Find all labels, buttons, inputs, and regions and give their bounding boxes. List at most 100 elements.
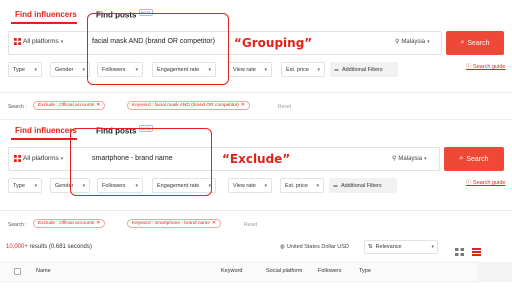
- column-header-followers[interactable]: Followers: [318, 268, 342, 274]
- search-icon: ⌕: [460, 39, 465, 46]
- additional-filters-button[interactable]: ⚌ Additional Filters: [329, 178, 397, 193]
- active-tab-underline: [11, 22, 77, 24]
- table-header: [0, 262, 512, 282]
- location-pin-icon: ⚲: [392, 156, 397, 162]
- annotation-grouping: “Grouping”: [234, 36, 313, 50]
- results-text: results (0.681 seconds): [27, 244, 92, 250]
- additional-filters-label: Additional Filters: [341, 66, 383, 73]
- filter-est-price[interactable]: Est. price ▾: [280, 178, 324, 193]
- column-header-social-platform[interactable]: Social platform: [266, 268, 302, 274]
- tab-find-influencers[interactable]: Find influencers: [15, 10, 77, 19]
- country-label: Malaysia: [398, 155, 423, 162]
- filter-est-price[interactable]: Est. price ▾: [281, 62, 325, 77]
- platform-label: All platforms: [23, 38, 59, 45]
- chevron-down-icon: ▾: [60, 155, 64, 162]
- section-divider: [0, 210, 512, 211]
- search-button[interactable]: ⌕ Search: [444, 147, 504, 171]
- reset-link[interactable]: Reset: [244, 222, 257, 228]
- filter-label: Gender: [55, 66, 74, 73]
- filter-gender[interactable]: Gender ▾: [50, 62, 90, 77]
- column-header-keyword[interactable]: Keyword: [221, 268, 242, 274]
- close-icon[interactable]: ✕: [212, 221, 216, 226]
- results-summary: 10,000+ results (0.681 seconds): [6, 244, 92, 250]
- chip-label: Keyword : smartphone - brand name: [132, 221, 210, 226]
- annotation-exclude: “Exclude”: [222, 152, 291, 166]
- location-pin-icon: ⚲: [395, 39, 400, 45]
- additional-filters-button[interactable]: ⚌ Additional Filters: [330, 62, 398, 77]
- search-guide-icon: ⓘ: [466, 64, 472, 70]
- filter-type[interactable]: Type ▾: [8, 178, 42, 193]
- search-guide-link[interactable]: ⓘ Search guide: [466, 178, 505, 186]
- section-divider: [0, 119, 512, 120]
- search-button[interactable]: ⌕ Search: [446, 31, 504, 55]
- country-select[interactable]: ⚲ Malaysia ▾: [395, 38, 430, 46]
- currency-select[interactable]: ◍ United States Dollar USD: [280, 244, 349, 250]
- platform-label: All platforms: [23, 155, 59, 162]
- sliders-icon: ⚌: [333, 182, 338, 189]
- filter-chip-exclude[interactable]: Exclude : Official accounts ✕: [33, 219, 106, 228]
- section-divider: [0, 92, 512, 93]
- chevron-down-icon: ▾: [316, 182, 319, 189]
- search-guide-icon: ⓘ: [466, 180, 472, 186]
- chip-label: Exclude : Official accounts: [38, 221, 95, 226]
- chevron-down-icon: ▾: [264, 66, 267, 73]
- column-header-name[interactable]: Name: [36, 268, 51, 274]
- search-summary-label: Search :: [8, 104, 27, 110]
- chevron-down-icon: ▾: [264, 182, 267, 189]
- chevron-down-icon: ▾: [82, 66, 85, 73]
- grid-icon: [14, 38, 21, 45]
- filter-label: Est. price: [286, 66, 309, 73]
- chevron-down-icon: ▾: [431, 244, 434, 250]
- chevron-down-icon: ▾: [34, 66, 37, 73]
- chevron-down-icon: ▾: [317, 66, 320, 73]
- search-button-label: Search: [466, 155, 489, 163]
- additional-filters-label: Additional Filters: [340, 182, 382, 189]
- annotation-box-grouping: [87, 13, 229, 85]
- filter-chip-exclude[interactable]: Exclude : Official accounts ✕: [33, 101, 106, 110]
- grid-icon: [14, 155, 21, 162]
- reset-link[interactable]: Reset: [278, 104, 291, 110]
- country-select[interactable]: ⚲ Malaysia ▾: [392, 155, 427, 163]
- globe-icon: ◍: [280, 244, 285, 250]
- chip-label: Keyword : facial mask AND (brand OR comp…: [132, 103, 239, 108]
- close-icon[interactable]: ✕: [96, 221, 100, 226]
- active-tab-underline: [11, 138, 77, 140]
- close-icon[interactable]: ✕: [96, 103, 100, 108]
- sliders-icon: ⚌: [334, 66, 339, 73]
- filter-label: View rate: [233, 182, 256, 189]
- chevron-down-icon: ▾: [60, 38, 64, 45]
- filter-label: Type: [13, 66, 25, 73]
- close-icon[interactable]: ✕: [241, 103, 245, 108]
- platform-select[interactable]: All platforms ▾: [14, 38, 63, 45]
- country-label: Malaysia: [401, 38, 426, 45]
- platform-select[interactable]: All platforms ▾: [14, 155, 63, 162]
- filter-label: Type: [13, 182, 25, 189]
- search-summary-label: Search :: [8, 222, 27, 228]
- filter-label: Est. price: [285, 182, 308, 189]
- filter-view-rate[interactable]: View rate ▾: [228, 178, 272, 193]
- sort-label: Relevance: [375, 244, 402, 250]
- search-guide-link[interactable]: ⓘ Search guide: [466, 62, 505, 70]
- filter-chip-keyword[interactable]: Keyword : facial mask AND (brand OR comp…: [127, 101, 250, 110]
- filter-type[interactable]: Type ▾: [8, 62, 42, 77]
- tab-find-influencers[interactable]: Find influencers: [15, 126, 77, 135]
- table-header-action-column: [478, 262, 512, 282]
- annotation-box-exclude: [70, 128, 212, 196]
- search-button-label: Search: [467, 39, 490, 47]
- sort-select[interactable]: ⇅ Relevance ▾: [364, 240, 438, 254]
- results-count: 10,000+: [6, 244, 28, 250]
- column-header-type[interactable]: Type: [359, 268, 371, 274]
- chevron-down-icon: ▾: [424, 155, 427, 162]
- filter-chip-keyword[interactable]: Keyword : smartphone - brand name ✕: [127, 219, 221, 228]
- search-guide-label: Search guide: [473, 180, 506, 186]
- filter-label: View rate: [233, 66, 256, 73]
- currency-label: United States Dollar USD: [286, 244, 349, 250]
- grid-view-icon[interactable]: [472, 243, 481, 256]
- list-view-icon[interactable]: [455, 243, 464, 256]
- chip-label: Exclude : Official accounts: [38, 103, 95, 108]
- filter-view-rate[interactable]: View rate ▾: [228, 62, 272, 77]
- select-all-checkbox[interactable]: [14, 268, 21, 275]
- chevron-down-icon: ▾: [34, 182, 37, 189]
- search-guide-label: Search guide: [473, 64, 506, 70]
- chevron-down-icon: ▾: [427, 38, 430, 45]
